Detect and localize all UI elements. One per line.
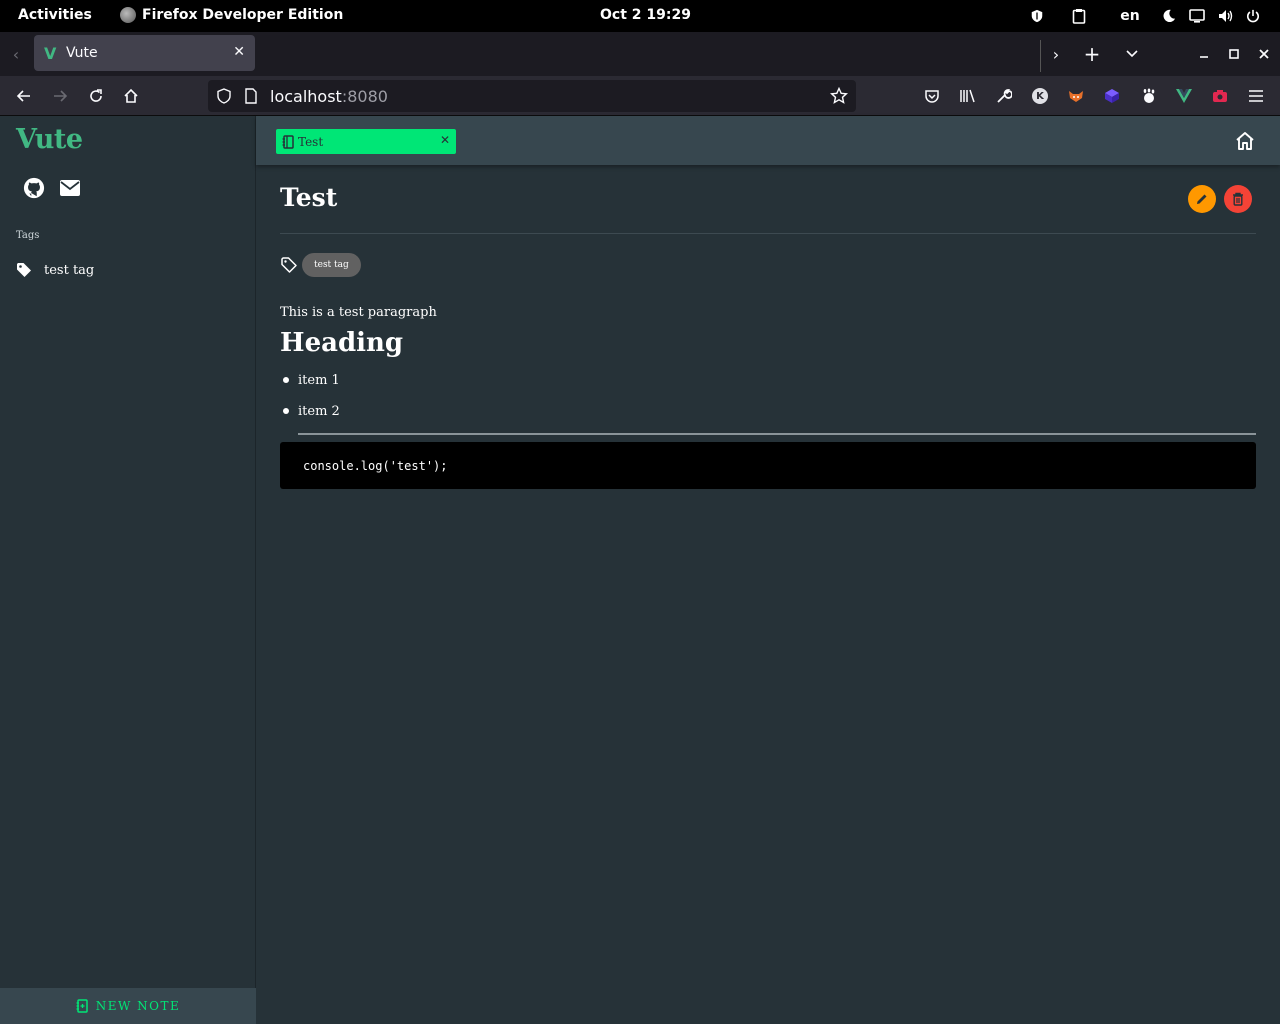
maximize-window-icon[interactable] (1222, 42, 1246, 66)
tab-strip-divider (1040, 40, 1041, 72)
page-info-icon[interactable] (244, 88, 258, 108)
hamburger-menu-icon[interactable] (1244, 84, 1268, 108)
extension-fox-icon[interactable] (1064, 84, 1088, 108)
extension-cube-icon[interactable] (1100, 84, 1124, 108)
horizontal-rule (298, 433, 1256, 435)
close-window-icon[interactable] (1252, 42, 1276, 66)
close-note-tab-icon[interactable]: ✕ (440, 133, 450, 147)
extension-gnome-icon[interactable] (1136, 84, 1160, 108)
open-note-tab-label: Test (298, 134, 324, 149)
note-tags: test tag (280, 253, 361, 277)
home-icon[interactable] (119, 84, 143, 108)
open-note-tab[interactable]: Test ✕ (276, 129, 456, 154)
tag-chip[interactable]: test tag (302, 253, 361, 277)
brand-logo[interactable]: Vute (16, 124, 83, 155)
note-title: Test (280, 183, 338, 212)
sidebar-tag-item[interactable]: test tag (16, 262, 94, 278)
browser-navigation-bar: localhost:8080 K (0, 76, 1280, 116)
list-item: item 1 (280, 365, 340, 396)
list-item: item 2 (280, 396, 340, 427)
pocket-icon[interactable] (920, 84, 944, 108)
browser-tab-title: Vute (66, 45, 98, 61)
tracking-protection-icon[interactable] (216, 88, 232, 108)
system-tray[interactable]: en (1020, 6, 1266, 26)
night-light-icon[interactable] (1156, 6, 1182, 26)
extension-vue-devtools-icon[interactable] (1172, 84, 1196, 108)
close-tab-icon[interactable]: ✕ (233, 44, 245, 60)
delete-note-button[interactable] (1224, 185, 1252, 213)
github-icon[interactable] (22, 176, 46, 200)
language-indicator[interactable]: en (1104, 6, 1156, 26)
browser-tab[interactable]: V Vute ✕ (34, 35, 255, 71)
app-menu[interactable]: Firefox Developer Edition (120, 7, 343, 23)
browser-tab-strip: ‹ V Vute ✕ › + (0, 32, 1280, 76)
social-links (22, 176, 82, 200)
new-tab-icon[interactable]: + (1080, 42, 1104, 66)
activities-button[interactable]: Activities (18, 7, 92, 23)
tab-list-icon[interactable] (1120, 42, 1144, 66)
note-paragraph: This is a test paragraph (280, 305, 437, 320)
edit-note-button[interactable] (1188, 185, 1216, 213)
open-notes-tab-strip: Test ✕ (256, 116, 1280, 165)
sidebar: Vute Tags test tag NEW NOTE (0, 116, 256, 1024)
display-icon[interactable] (1182, 6, 1212, 26)
developer-tools-wrench-icon[interactable] (992, 84, 1016, 108)
code-block: console.log('test'); (280, 442, 1256, 489)
forward-icon[interactable] (48, 84, 72, 108)
pencil-icon (1197, 194, 1207, 204)
notebook-plus-icon (76, 999, 88, 1013)
firefox-icon (120, 7, 136, 23)
reload-icon[interactable] (84, 84, 108, 108)
url-bar[interactable]: localhost:8080 (208, 80, 856, 112)
url-host: localhost (270, 86, 342, 106)
shield-indicator-icon[interactable] (1020, 6, 1054, 26)
extension-screenshot-icon[interactable] (1208, 84, 1232, 108)
new-note-button[interactable]: NEW NOTE (0, 988, 256, 1024)
library-icon[interactable] (956, 84, 980, 108)
bookmark-star-icon[interactable] (829, 86, 849, 109)
tag-outline-icon (281, 257, 297, 273)
volume-icon[interactable] (1212, 6, 1240, 26)
clock[interactable]: Oct 2 19:29 (600, 7, 691, 23)
notebook-icon (282, 134, 294, 149)
note-heading: Heading (280, 328, 404, 358)
extension-k-icon[interactable]: K (1028, 84, 1052, 108)
scroll-tabs-right-icon[interactable]: › (1044, 42, 1068, 66)
tag-icon (17, 263, 31, 277)
clipboard-icon[interactable] (1054, 6, 1104, 26)
home-outline-icon (1236, 132, 1254, 150)
home-button[interactable] (1234, 130, 1256, 152)
title-divider (280, 233, 1256, 234)
app-name-label: Firefox Developer Edition (142, 7, 344, 23)
scroll-tabs-left-icon[interactable]: ‹ (4, 42, 28, 66)
back-icon[interactable] (12, 84, 36, 108)
code-content: console.log('test'); (303, 458, 448, 473)
note-list: item 1 item 2 (280, 365, 340, 427)
sidebar-tag-label: test tag (44, 262, 95, 278)
minimize-window-icon[interactable] (1192, 42, 1216, 66)
tags-heading: Tags (16, 230, 40, 241)
vue-favicon-icon: V (44, 43, 57, 63)
new-note-label: NEW NOTE (95, 999, 181, 1013)
power-icon[interactable] (1240, 6, 1266, 26)
vute-app: Vute Tags test tag NEW NOTE Test ✕ Test … (0, 116, 1280, 1024)
email-icon[interactable] (58, 176, 82, 200)
system-top-bar: Activities Firefox Developer Edition Oct… (0, 0, 1280, 32)
url-port: :8080 (341, 86, 388, 106)
trash-icon (1233, 192, 1243, 206)
